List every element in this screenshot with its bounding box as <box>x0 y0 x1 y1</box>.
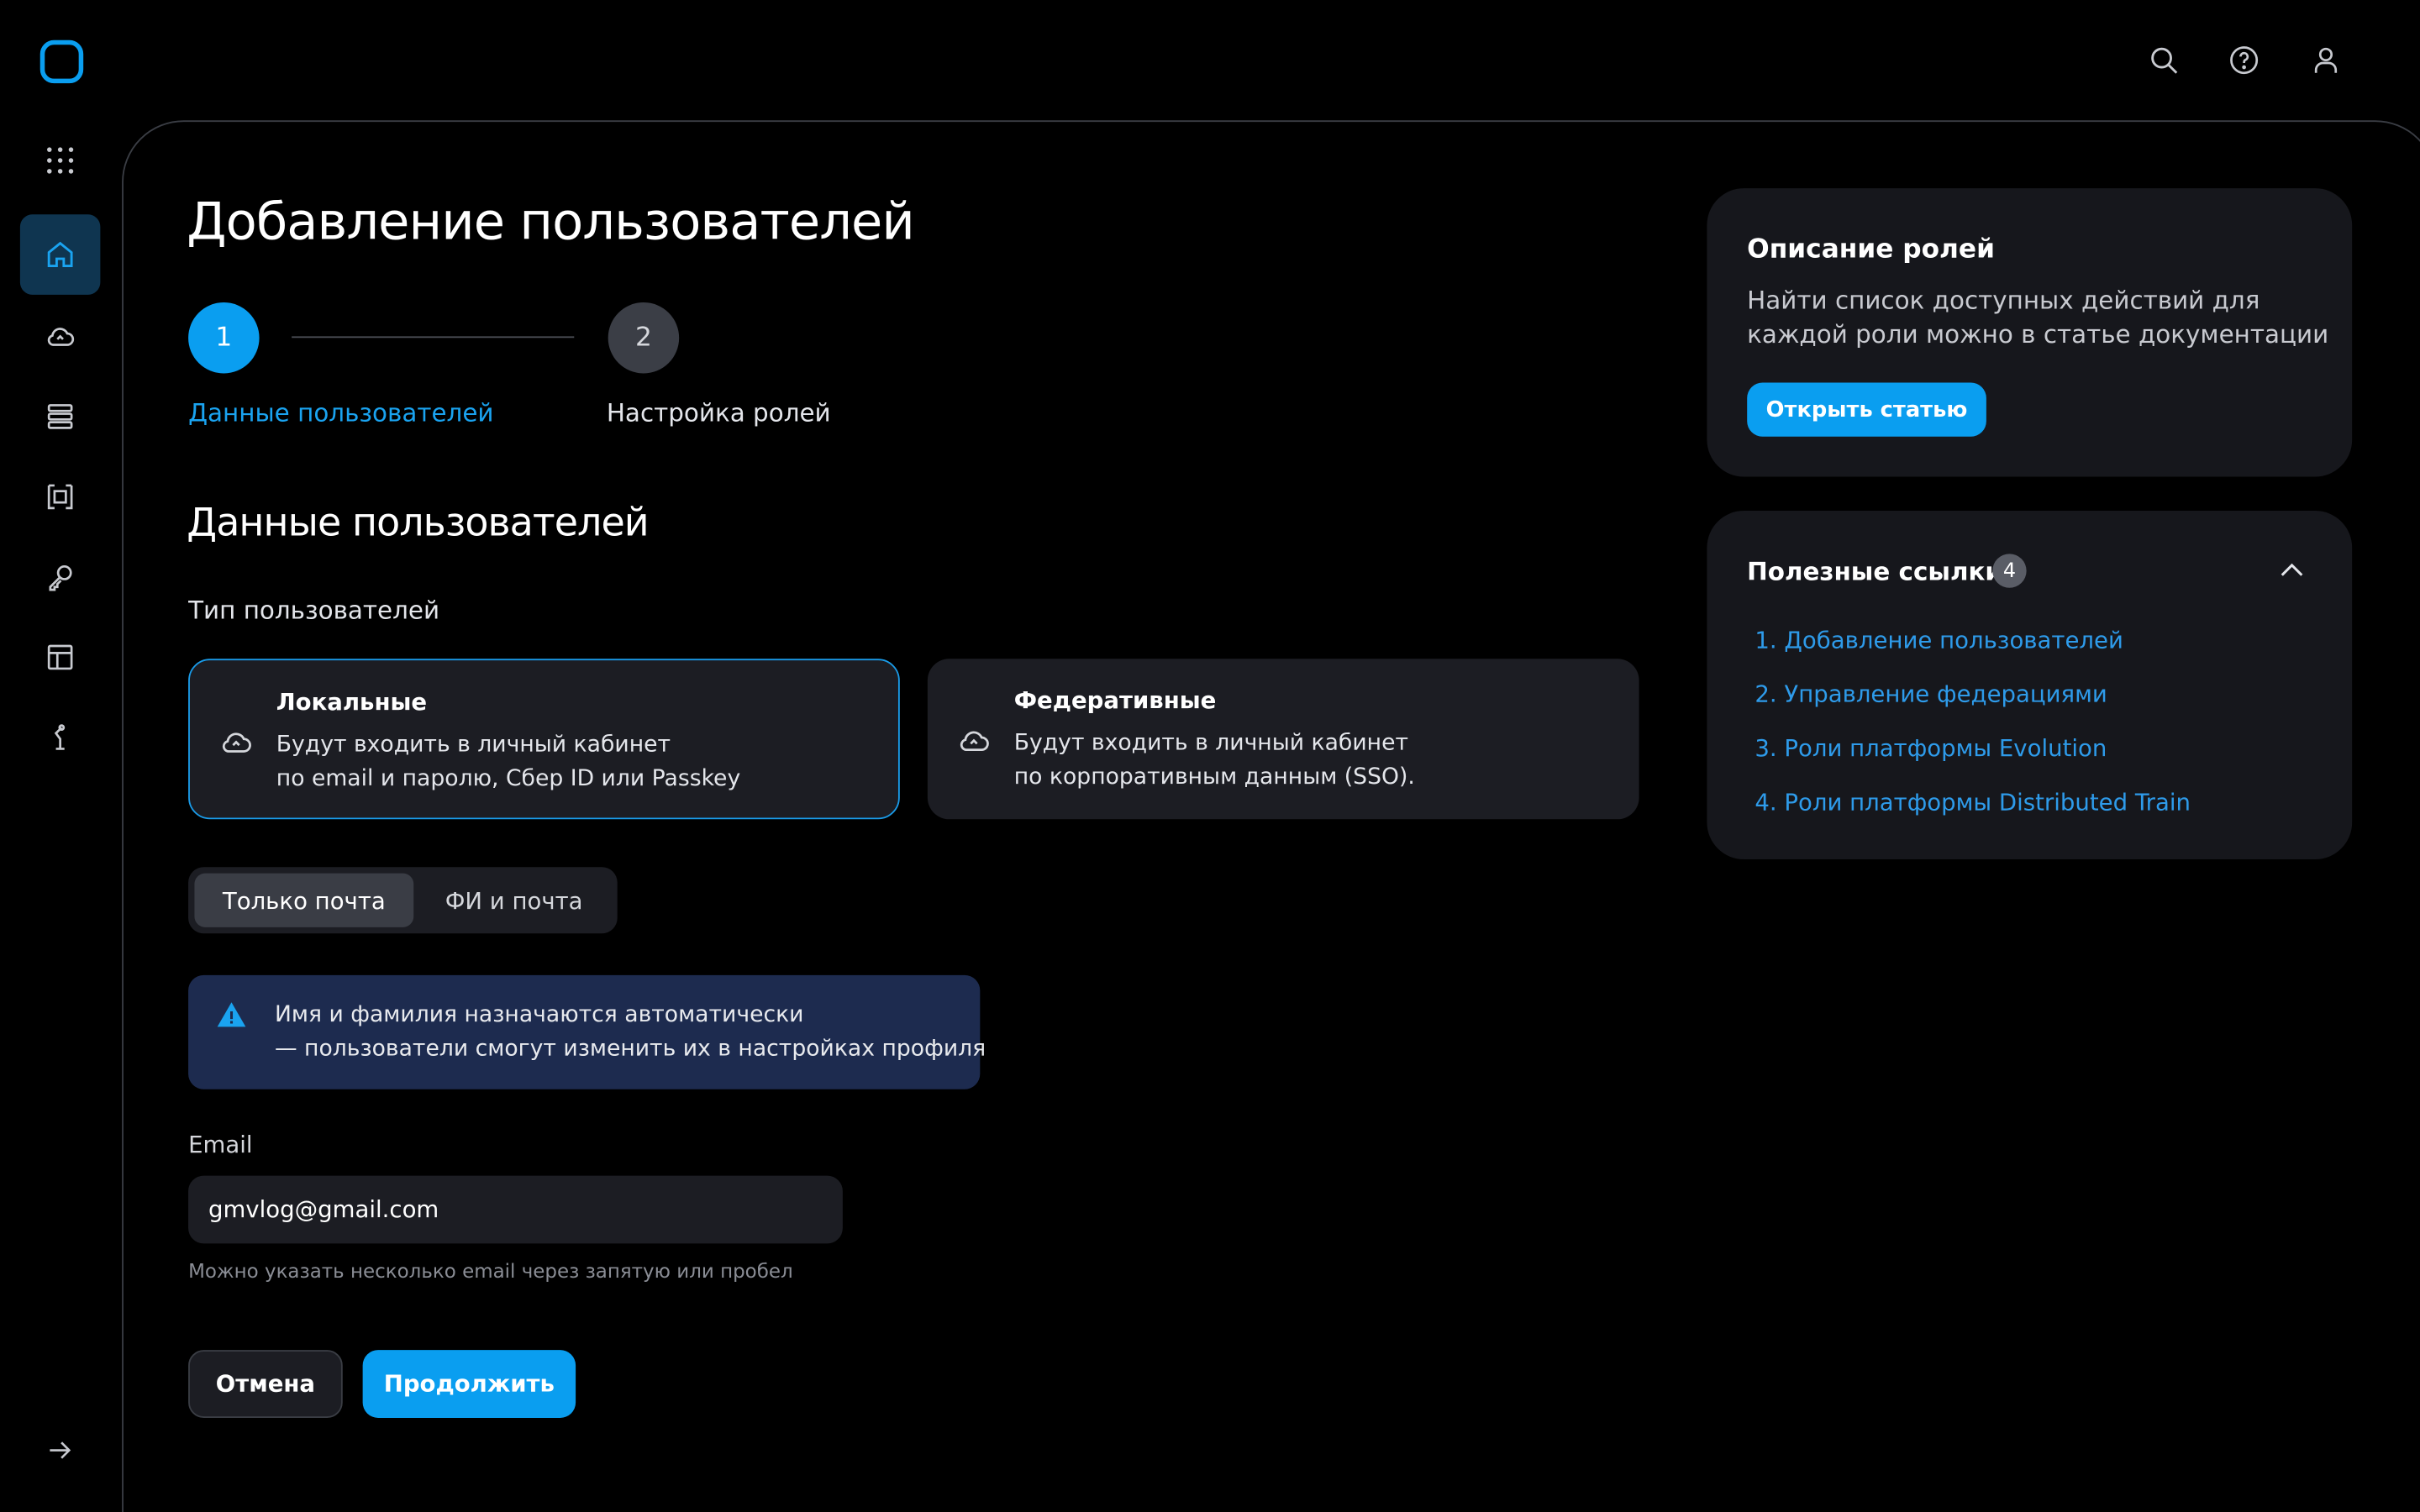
layout-icon[interactable] <box>20 617 101 698</box>
card-desc: Будут входить в личный кабинет по корпор… <box>1013 731 1415 790</box>
page-title: Добавление пользователей <box>187 191 915 252</box>
link-evolution-roles[interactable]: 3. Роли платформы Evolution <box>1754 734 2107 762</box>
card-desc: Будут входить в личный кабинет по email … <box>276 732 741 792</box>
roles-card-title: Описание ролей <box>1747 234 1996 265</box>
key-icon[interactable] <box>20 537 101 617</box>
step-2-label[interactable]: Настройка ролей <box>607 398 831 428</box>
robot-arm-icon[interactable] <box>20 697 101 778</box>
step-connector <box>292 336 575 339</box>
user-type-card-local[interactable]: Локальные Будут входить в личный кабинет… <box>188 659 900 820</box>
user-type-label: Тип пользователей <box>188 595 440 625</box>
card-title: Локальные <box>276 688 428 717</box>
database-icon[interactable] <box>20 376 101 457</box>
segment-name-email[interactable]: ФИ и почта <box>417 874 611 927</box>
open-article-button[interactable]: Открыть статью <box>1747 382 1986 437</box>
app-logo[interactable] <box>39 39 84 84</box>
email-field[interactable]: gmvlog@gmail.com <box>188 1175 843 1244</box>
home-icon[interactable] <box>19 214 101 295</box>
cancel-button[interactable]: Отмена <box>188 1350 343 1418</box>
email-label: Email <box>188 1131 253 1159</box>
link-federations[interactable]: 2. Управление федерациями <box>1754 680 2107 708</box>
continue-button[interactable]: Продолжить <box>362 1350 576 1418</box>
links-count-badge: 4 <box>1992 554 2027 588</box>
link-distributed-train-roles[interactable]: 4. Роли платформы Distributed Train <box>1754 789 2191 816</box>
step-1-label[interactable]: Данные пользователей <box>188 398 493 428</box>
segment-email-only[interactable]: Только почта <box>194 873 414 927</box>
apps-grid-icon[interactable] <box>20 120 101 201</box>
email-hint: Можно указать несколько email через запя… <box>188 1258 793 1283</box>
step-1-circle[interactable]: 1 <box>188 302 260 374</box>
user-icon[interactable] <box>2306 40 2346 81</box>
arrow-right-icon[interactable] <box>20 1410 101 1491</box>
card-title: Федеративные <box>1013 686 1217 715</box>
chevron-up-icon[interactable] <box>2275 554 2308 594</box>
step-2-circle[interactable]: 2 <box>608 302 680 374</box>
user-type-card-federated[interactable]: Федеративные Будут входить в личный каби… <box>927 659 1639 820</box>
help-icon[interactable] <box>2224 40 2265 81</box>
section-title: Данные пользователей <box>187 500 649 545</box>
roles-card-text: Найти список доступных действий для кажд… <box>1747 285 2329 349</box>
search-icon[interactable] <box>2144 40 2184 81</box>
warning-icon <box>216 1000 247 1037</box>
links-card-title: Полезные ссылки <box>1747 557 2003 586</box>
link-add-users[interactable]: 1. Добавление пользователей <box>1754 627 2123 654</box>
frame-icon[interactable] <box>20 457 101 538</box>
segmented-control: Только почта ФИ и почта <box>188 867 618 934</box>
cloud-icon[interactable] <box>20 297 101 377</box>
alert-text: Имя и фамилия назначаются автоматически … <box>274 1002 986 1062</box>
cloud-icon <box>218 722 255 765</box>
roles-description-card: Описание ролей Найти список доступных де… <box>1707 188 2353 477</box>
cloud-icon <box>955 721 992 764</box>
info-alert: Имя и фамилия назначаются автоматически … <box>188 974 986 1089</box>
